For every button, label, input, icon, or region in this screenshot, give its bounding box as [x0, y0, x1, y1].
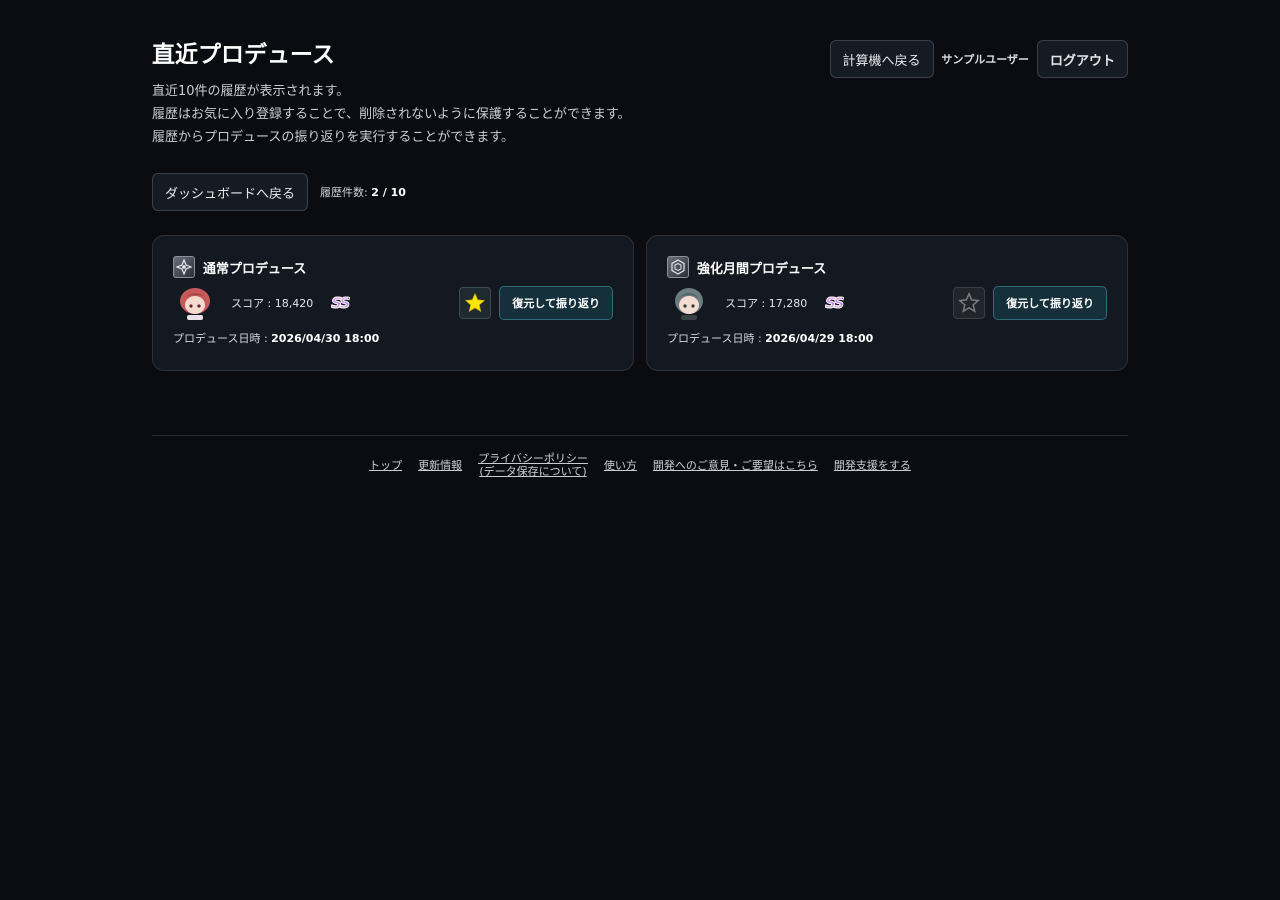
footer-link-support[interactable]: 開発支援をする	[834, 459, 911, 472]
footer-link-feedback[interactable]: 開発へのご意見・ご要望はこちら	[653, 459, 818, 472]
footer-link-updates[interactable]: 更新情報	[418, 459, 462, 472]
page-header: 直近プロデュース 直近10件の履歴が表示されます。 履歴はお気に入り登録すること…	[152, 40, 1128, 149]
card-title: 通常プロデュース	[173, 256, 613, 278]
back-to-calculator-button[interactable]: 計算機へ戻る	[829, 40, 934, 78]
restore-review-button[interactable]: 復元して振り返り	[499, 286, 613, 320]
restore-review-button[interactable]: 復元して振り返り	[993, 286, 1107, 320]
footer-divider	[152, 435, 1128, 436]
footer-links: トップ 更新情報 プライバシーポリシー (データ保存について) 使い方 開発への…	[152, 452, 1128, 478]
history-card: 強化月間プロデュース スコア : 17,280 SS 復元して振り返り プロデュ…	[646, 235, 1128, 371]
score-value: 17,280	[768, 297, 808, 310]
produce-mode-name: 強化月間プロデュース	[697, 261, 827, 277]
card-title: 強化月間プロデュース	[667, 256, 1107, 278]
idol-avatar	[669, 285, 709, 321]
history-count-label: 履歴件数:	[320, 186, 368, 199]
card-info: スコア : 17,280 SS	[667, 285, 845, 321]
privacy-link-sublabel: (データ保存について)	[479, 465, 587, 478]
produce-date-value: 2026/04/29 18:00	[765, 332, 874, 345]
star-filled-icon	[465, 292, 486, 313]
favorite-toggle[interactable]	[459, 287, 492, 319]
produce-date-value: 2026/04/30 18:00	[271, 332, 380, 345]
score: スコア : 18,420	[231, 295, 313, 311]
history-card-list: 通常プロデュース スコア : 18,420 SS 復元して振り返り プロデュース…	[152, 235, 1128, 371]
card-actions: 復元して振り返り	[953, 286, 1107, 320]
card-main-row: スコア : 18,420 SS 復元して振り返り	[173, 284, 613, 322]
footer-link-top[interactable]: トップ	[369, 459, 402, 472]
privacy-link-label: プライバシーポリシー	[478, 452, 588, 465]
rank-badge: SS	[825, 294, 845, 313]
score-label: スコア :	[231, 297, 272, 310]
score: スコア : 17,280	[725, 295, 807, 311]
produce-date-label: プロデュース日時 :	[173, 332, 268, 345]
page-description: 直近10件の履歴が表示されます。 履歴はお気に入り登録することで、削除されないよ…	[152, 80, 631, 149]
description-line: 履歴はお気に入り登録することで、削除されないように保護することができます。	[152, 107, 631, 122]
back-to-dashboard-button[interactable]: ダッシュボードへ戻る	[152, 173, 309, 211]
enhanced-month-produce-icon	[667, 256, 689, 278]
card-actions: 復元して振り返り	[459, 286, 613, 320]
title-block: 直近プロデュース 直近10件の履歴が表示されます。 履歴はお気に入り登録すること…	[152, 40, 631, 149]
score-label: スコア :	[725, 297, 766, 310]
history-card: 通常プロデュース スコア : 18,420 SS 復元して振り返り プロデュース…	[152, 235, 634, 371]
produce-date: プロデュース日時 : 2026/04/29 18:00	[667, 330, 1107, 346]
description-line: 直近10件の履歴が表示されます。	[152, 84, 350, 99]
page-title: 直近プロデュース	[152, 42, 335, 68]
favorite-toggle[interactable]	[953, 287, 986, 319]
footer-link-privacy[interactable]: プライバシーポリシー (データ保存について)	[478, 452, 588, 478]
toolbar: ダッシュボードへ戻る 履歴件数: 2 / 10	[152, 173, 1128, 211]
card-info: スコア : 18,420 SS	[173, 285, 351, 321]
header-actions: 計算機へ戻る サンプルユーザー ログアウト	[829, 40, 1128, 78]
score-value: 18,420	[274, 297, 314, 310]
logout-button[interactable]: ログアウト	[1036, 40, 1128, 78]
history-count-value: 2 / 10	[371, 186, 406, 199]
card-main-row: スコア : 17,280 SS 復元して振り返り	[667, 284, 1107, 322]
history-count: 履歴件数: 2 / 10	[320, 184, 406, 200]
produce-date: プロデュース日時 : 2026/04/30 18:00	[173, 330, 613, 346]
footer-link-usage[interactable]: 使い方	[604, 459, 637, 472]
produce-date-label: プロデュース日時 :	[667, 332, 762, 345]
rank-badge: SS	[331, 294, 351, 313]
produce-mode-name: 通常プロデュース	[203, 261, 307, 277]
user-name: サンプルユーザー	[941, 53, 1029, 66]
idol-avatar	[175, 285, 215, 321]
normal-produce-icon	[173, 256, 195, 278]
star-outline-icon	[958, 292, 981, 313]
description-line: 履歴からプロデュースの振り返りを実行することができます。	[152, 130, 515, 145]
main-container: 直近プロデュース 直近10件の履歴が表示されます。 履歴はお気に入り登録すること…	[152, 0, 1128, 478]
